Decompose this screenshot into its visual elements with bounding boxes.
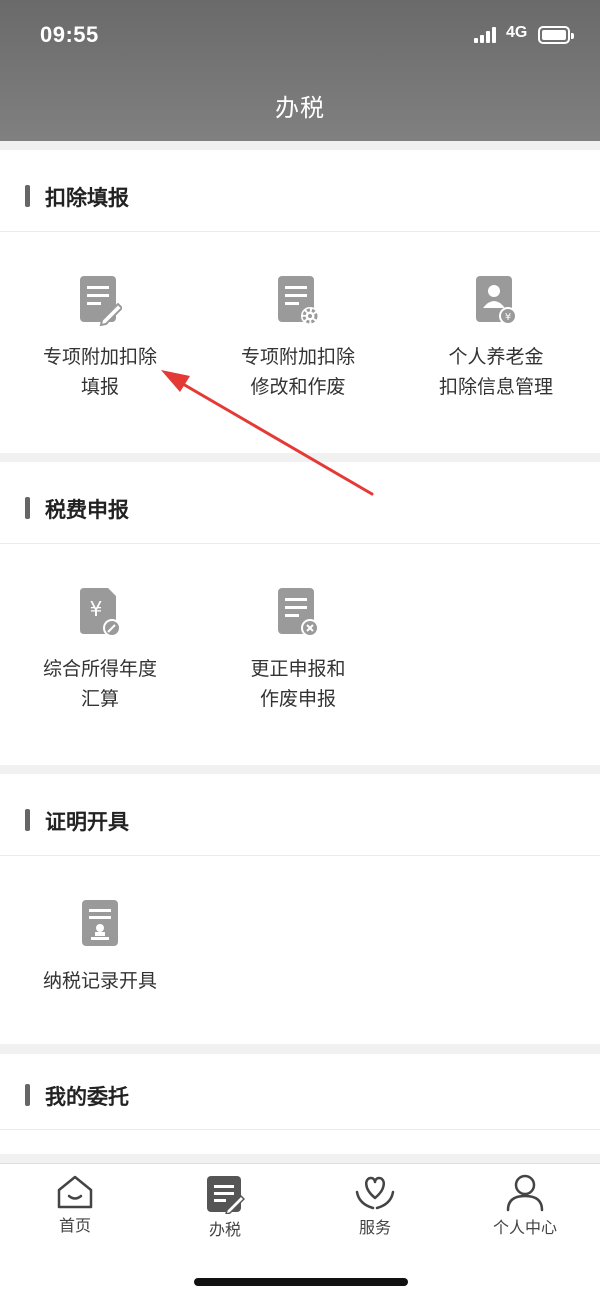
- section-title: 扣除填报: [45, 186, 129, 210]
- home-indicator[interactable]: [194, 1278, 408, 1286]
- tab-label: 服务: [358, 1218, 391, 1237]
- signal-icon: [474, 27, 498, 43]
- section-marker: [25, 497, 30, 519]
- home-icon: [57, 1175, 93, 1209]
- item-label: 汇算: [80, 688, 119, 710]
- item-label: 作废申报: [259, 688, 336, 710]
- certificate-icon: [82, 900, 118, 946]
- pension-deduction-button[interactable]: ¥ 个人养老金 扣除信息管理: [396, 274, 596, 402]
- tab-profile[interactable]: 个人中心: [450, 1174, 600, 1238]
- item-label: 专项附加扣除: [42, 346, 157, 368]
- item-label: 填报: [80, 376, 119, 398]
- status-bar: 09:55 4G: [0, 0, 600, 72]
- section-title: 证明开具: [45, 810, 129, 834]
- item-label: 纳税记录开具: [42, 970, 157, 992]
- section-delegation: 我的委托: [0, 1054, 600, 1154]
- section-title: 我的委托: [45, 1085, 129, 1109]
- item-label: 个人养老金: [448, 346, 544, 368]
- person-yuan-icon: ¥: [476, 276, 517, 325]
- document-edit-icon: [80, 276, 122, 326]
- tab-label: 首页: [58, 1216, 91, 1235]
- heart-hands-icon: [355, 1176, 395, 1210]
- annual-settlement-button[interactable]: ¥ 综合所得年度 汇算: [0, 586, 200, 714]
- section-declaration: 税费申报 ¥ 综合所得年度 汇算 更正申报和 作废申报: [0, 462, 600, 765]
- svg-text:¥: ¥: [90, 597, 103, 621]
- user-icon: [506, 1174, 544, 1212]
- document-cancel-icon: [278, 588, 319, 637]
- section-marker: [25, 1084, 30, 1106]
- item-label: 更正申报和: [250, 658, 346, 680]
- tab-home[interactable]: 首页: [0, 1174, 150, 1236]
- section-marker: [25, 185, 30, 207]
- item-label: 专项附加扣除: [240, 346, 355, 368]
- network-type: 4G: [506, 24, 528, 41]
- section-certificate: 证明开具 纳税记录开具: [0, 774, 600, 1044]
- special-deduction-modify-button[interactable]: 专项附加扣除 修改和作废: [198, 274, 398, 402]
- tab-service[interactable]: 服务: [300, 1174, 450, 1238]
- item-label: 扣除信息管理: [438, 376, 553, 398]
- page-title: 办税: [275, 94, 325, 122]
- correction-declaration-button[interactable]: 更正申报和 作废申报: [198, 586, 398, 714]
- tab-label: 办税: [208, 1220, 241, 1239]
- tax-record-button[interactable]: 纳税记录开具: [0, 898, 200, 996]
- item-label: 修改和作废: [250, 376, 346, 398]
- header: 09:55 4G 办税: [0, 0, 600, 141]
- battery-icon: [538, 26, 574, 44]
- special-deduction-fill-button[interactable]: 专项附加扣除 填报: [0, 274, 200, 402]
- section-marker: [25, 809, 30, 831]
- status-time: 09:55: [40, 22, 99, 47]
- tab-tax[interactable]: 办税: [150, 1174, 300, 1240]
- section-title: 税费申报: [45, 498, 129, 522]
- tax-icon: [207, 1176, 245, 1214]
- section-deduction: 扣除填报 专项附加扣除 填报 专项附加扣除 修改和作废 ¥ 个人养老金 扣除信息…: [0, 150, 600, 453]
- document-gear-icon: [278, 276, 319, 325]
- yuan-document-icon: ¥: [80, 588, 121, 637]
- tab-label: 个人中心: [492, 1218, 557, 1237]
- item-label: 综合所得年度: [42, 658, 157, 680]
- svg-text:¥: ¥: [505, 312, 511, 323]
